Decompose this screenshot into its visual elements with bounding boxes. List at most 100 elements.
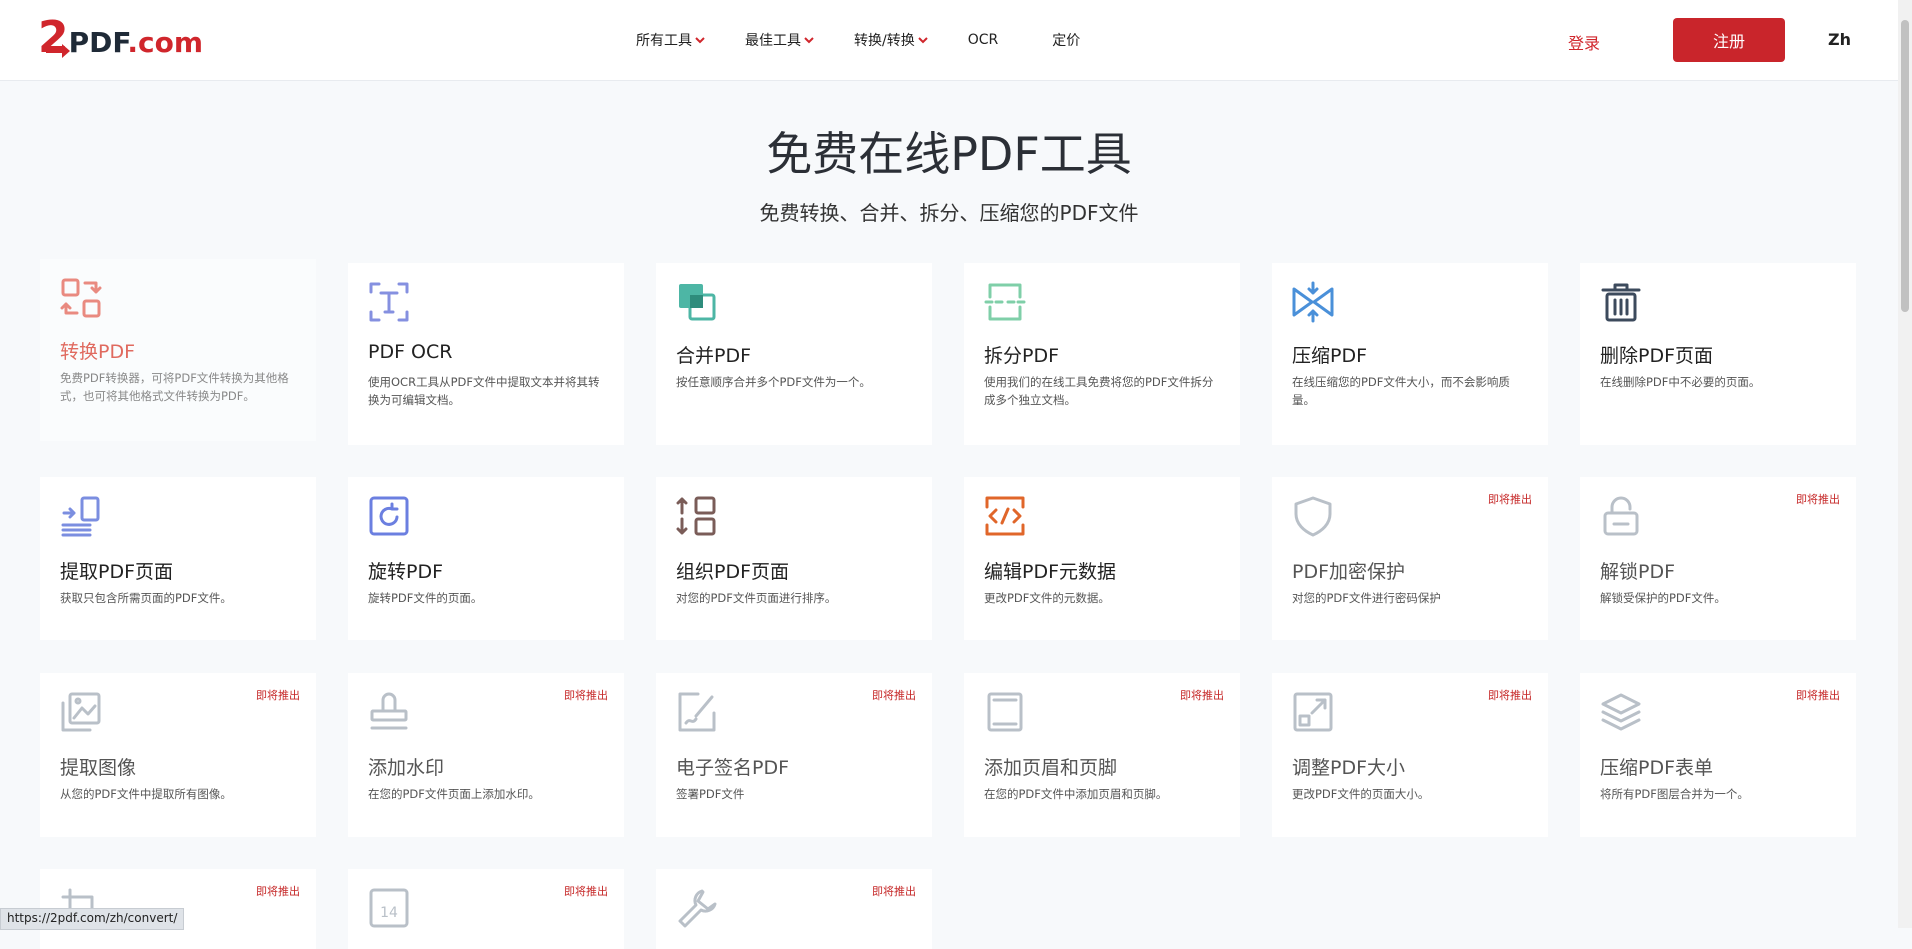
tool-card-description: 在线删除PDF中不必要的页面。 (1600, 375, 1761, 389)
page-number-icon-text: 14 (380, 905, 398, 921)
chevron-down-icon (695, 37, 705, 44)
tool-card-unlock[interactable]: 解锁PDF 解锁受保护的PDF文件。 即将推出 (1580, 477, 1856, 640)
tool-card-description: 更改PDF文件的元数据。 (984, 591, 1110, 605)
image-icon (60, 691, 102, 733)
tool-card-description: 从您的PDF文件中提取所有图像。 (60, 787, 232, 801)
tool-card-description: 免费PDF转换器，可将PDF文件转换为其他格式，也可将其他格式文件转换为PDF。 (60, 371, 289, 403)
tool-card-signature[interactable]: 电子签名PDF 签署PDF文件 即将推出 (656, 673, 932, 837)
tool-card-title: 电子签名PDF (676, 757, 790, 779)
page-title: 免费在线PDF工具 (766, 127, 1132, 181)
tool-card-layers[interactable]: 压缩PDF表单将所有PDF图层合并为一个。 即将推出 (1580, 673, 1856, 837)
tool-card-description: 对您的PDF文件页面进行排序。 (676, 591, 837, 605)
scrollbar-thumb[interactable] (1901, 20, 1909, 312)
nav-ocr-label: OCR (967, 32, 999, 48)
tool-card-image[interactable]: 提取图像从您的PDF文件中提取所有图像。 即将推出 (40, 673, 316, 837)
nav-ocr[interactable]: OCR (968, 32, 999, 48)
logo-arrow-icon (46, 44, 70, 58)
tool-card-description: 将所有PDF图层合并为一个。 (1600, 787, 1749, 801)
code-icon (984, 495, 1026, 537)
tool-card-trash[interactable]: 删除PDF页面在线删除PDF中不必要的页面。 (1580, 263, 1856, 445)
nav-pricing-label: 定价 (1052, 33, 1081, 49)
coming-soon-badge: 即将推出 (1180, 689, 1224, 702)
tool-card-title: PDF加密保护 (1292, 561, 1406, 583)
tool-card-split[interactable]: 拆分PDF 使用我们的在线工具免费将您的PDF文件拆分成多个独立文档。 (964, 263, 1240, 445)
chevron-down-icon (804, 37, 814, 44)
tool-card-description: 对您的PDF文件进行密码保护 (1292, 591, 1441, 605)
coming-soon-badge: 即将推出 (1488, 689, 1532, 702)
nav-all-tools[interactable]: 所有工具 (636, 30, 705, 50)
coming-soon-badge: 即将推出 (1488, 493, 1532, 506)
coming-soon-badge: 即将推出 (1796, 493, 1840, 506)
tool-card-ocr[interactable]: PDF OCR 使用OCR工具从PDF文件中提取文本并将其转换为可编辑文档。 (348, 263, 624, 445)
tool-card-shield[interactable]: PDF加密保护对您的PDF文件进行密码保护 即将推出 (1272, 477, 1548, 640)
tool-card-description: 签署PDF文件 (676, 787, 745, 801)
tool-card-title: 删除PDF页面 (1600, 345, 1714, 367)
ocr-icon (368, 281, 410, 323)
signature-icon (676, 691, 718, 733)
tool-card-title: 提取图像 (60, 757, 137, 779)
tool-card-description: 在线压缩您的PDF文件大小，而不会影响质量。 (1292, 375, 1510, 407)
register-button[interactable]: 注册 (1673, 18, 1785, 62)
tool-card-resize[interactable]: 调整PDF大小 更改PDF文件的页面大小。 即将推出 (1272, 673, 1548, 837)
coming-soon-badge: 即将推出 (564, 689, 608, 702)
resize-icon (1292, 691, 1334, 733)
tool-card-merge[interactable]: 合并PDF 按任意顺序合并多个PDF文件为一个。 (656, 263, 932, 445)
extract-pages-icon (60, 495, 102, 537)
tool-card-title: 旋转PDF (368, 561, 444, 583)
tool-card-title: 压缩PDF表单 (1600, 757, 1714, 779)
nav-best-tools[interactable]: 最佳工具 (745, 30, 814, 50)
convert-icon (60, 277, 102, 319)
tool-card-wrench[interactable]: 即将推出 (656, 869, 932, 949)
language-switcher[interactable]: Zh (1828, 30, 1851, 49)
tool-card-compress[interactable]: 压缩PDF 在线压缩您的PDF文件大小，而不会影响质量。 (1272, 263, 1548, 445)
header-footer-icon (984, 691, 1026, 733)
tool-card-title: 添加页眉和页脚 (984, 757, 1118, 779)
main-nav: 所有工具 最佳工具 转换/转换 OCR 定价 (636, 0, 1120, 80)
layers-icon (1600, 691, 1642, 733)
tool-card-title: 压缩PDF (1292, 345, 1368, 367)
site-header: 2 PDF.com 所有工具 最佳工具 转换/转换 OCR 定价 登录 注册 Z… (0, 0, 1898, 81)
tool-card-description: 解锁受保护的PDF文件。 (1600, 591, 1726, 605)
wrench-icon (676, 887, 718, 929)
tool-card-header-footer[interactable]: 添加页眉和页脚 在您的PDF文件中添加页眉和页脚。 即将推出 (964, 673, 1240, 837)
split-icon (984, 281, 1026, 323)
chevron-down-icon (918, 37, 928, 44)
page-number-icon: 14 (368, 887, 410, 929)
tool-card-stamp[interactable]: 添加水印 在您的PDF文件页面上添加水印。 即将推出 (348, 673, 624, 837)
tool-card-title: 转换PDF (60, 341, 136, 363)
tool-card-organize[interactable]: 组织PDF页面对您的PDF文件页面进行排序。 (656, 477, 932, 640)
tool-card-description: 使用我们的在线工具免费将您的PDF文件拆分成多个独立文档。 (984, 375, 1214, 407)
tool-card-description: 获取只包含所需页面的PDF文件。 (60, 591, 232, 605)
coming-soon-badge: 即将推出 (256, 689, 300, 702)
site-logo[interactable]: 2 PDF.com (38, 14, 203, 60)
tool-card-extract-pages[interactable]: 提取PDF页面获取只包含所需页面的PDF文件。 (40, 477, 316, 640)
tool-card-description: 旋转PDF文件的页面。 (368, 591, 483, 605)
coming-soon-badge: 即将推出 (564, 885, 608, 898)
coming-soon-badge: 即将推出 (256, 885, 300, 898)
page-scrollbar[interactable] (1898, 0, 1912, 928)
tool-card-rotate[interactable]: 旋转PDF 旋转PDF文件的页面。 (348, 477, 624, 640)
tool-card-title: 解锁PDF (1600, 561, 1676, 583)
tool-card-description: 按任意顺序合并多个PDF文件为一个。 (676, 375, 871, 389)
tool-card-title: 添加水印 (368, 757, 445, 779)
coming-soon-badge: 即将推出 (872, 689, 916, 702)
page-subtitle: 免费转换、合并、拆分、压缩您的PDF文件 (759, 201, 1139, 225)
rotate-icon (368, 495, 410, 537)
nav-convert[interactable]: 转换/转换 (854, 30, 928, 50)
tool-card-title: 组织PDF页面 (676, 561, 790, 583)
stamp-icon (368, 691, 410, 733)
tool-card-convert[interactable]: 转换PDF 免费PDF转换器，可将PDF文件转换为其他格式，也可将其他格式文件转换… (40, 259, 316, 441)
tool-card-title: 编辑PDF元数据 (984, 561, 1117, 583)
login-link[interactable]: 登录 (1568, 30, 1600, 54)
coming-soon-badge: 即将推出 (872, 885, 916, 898)
tool-card-code[interactable]: 编辑PDF元数据更改PDF文件的元数据。 (964, 477, 1240, 640)
shield-icon (1292, 495, 1334, 537)
status-bar-url: https://2pdf.com/zh/convert/ (0, 908, 185, 930)
nav-convert-label: 转换/转换 (854, 33, 915, 49)
nav-all-tools-label: 所有工具 (636, 33, 692, 49)
tool-card-title: 提取PDF页面 (60, 561, 174, 583)
logo-mark: 2 (38, 16, 70, 60)
tool-card-page-number[interactable]: 14 即将推出 (348, 869, 624, 949)
coming-soon-badge: 即将推出 (1796, 689, 1840, 702)
nav-pricing[interactable]: 定价 (1052, 30, 1080, 50)
